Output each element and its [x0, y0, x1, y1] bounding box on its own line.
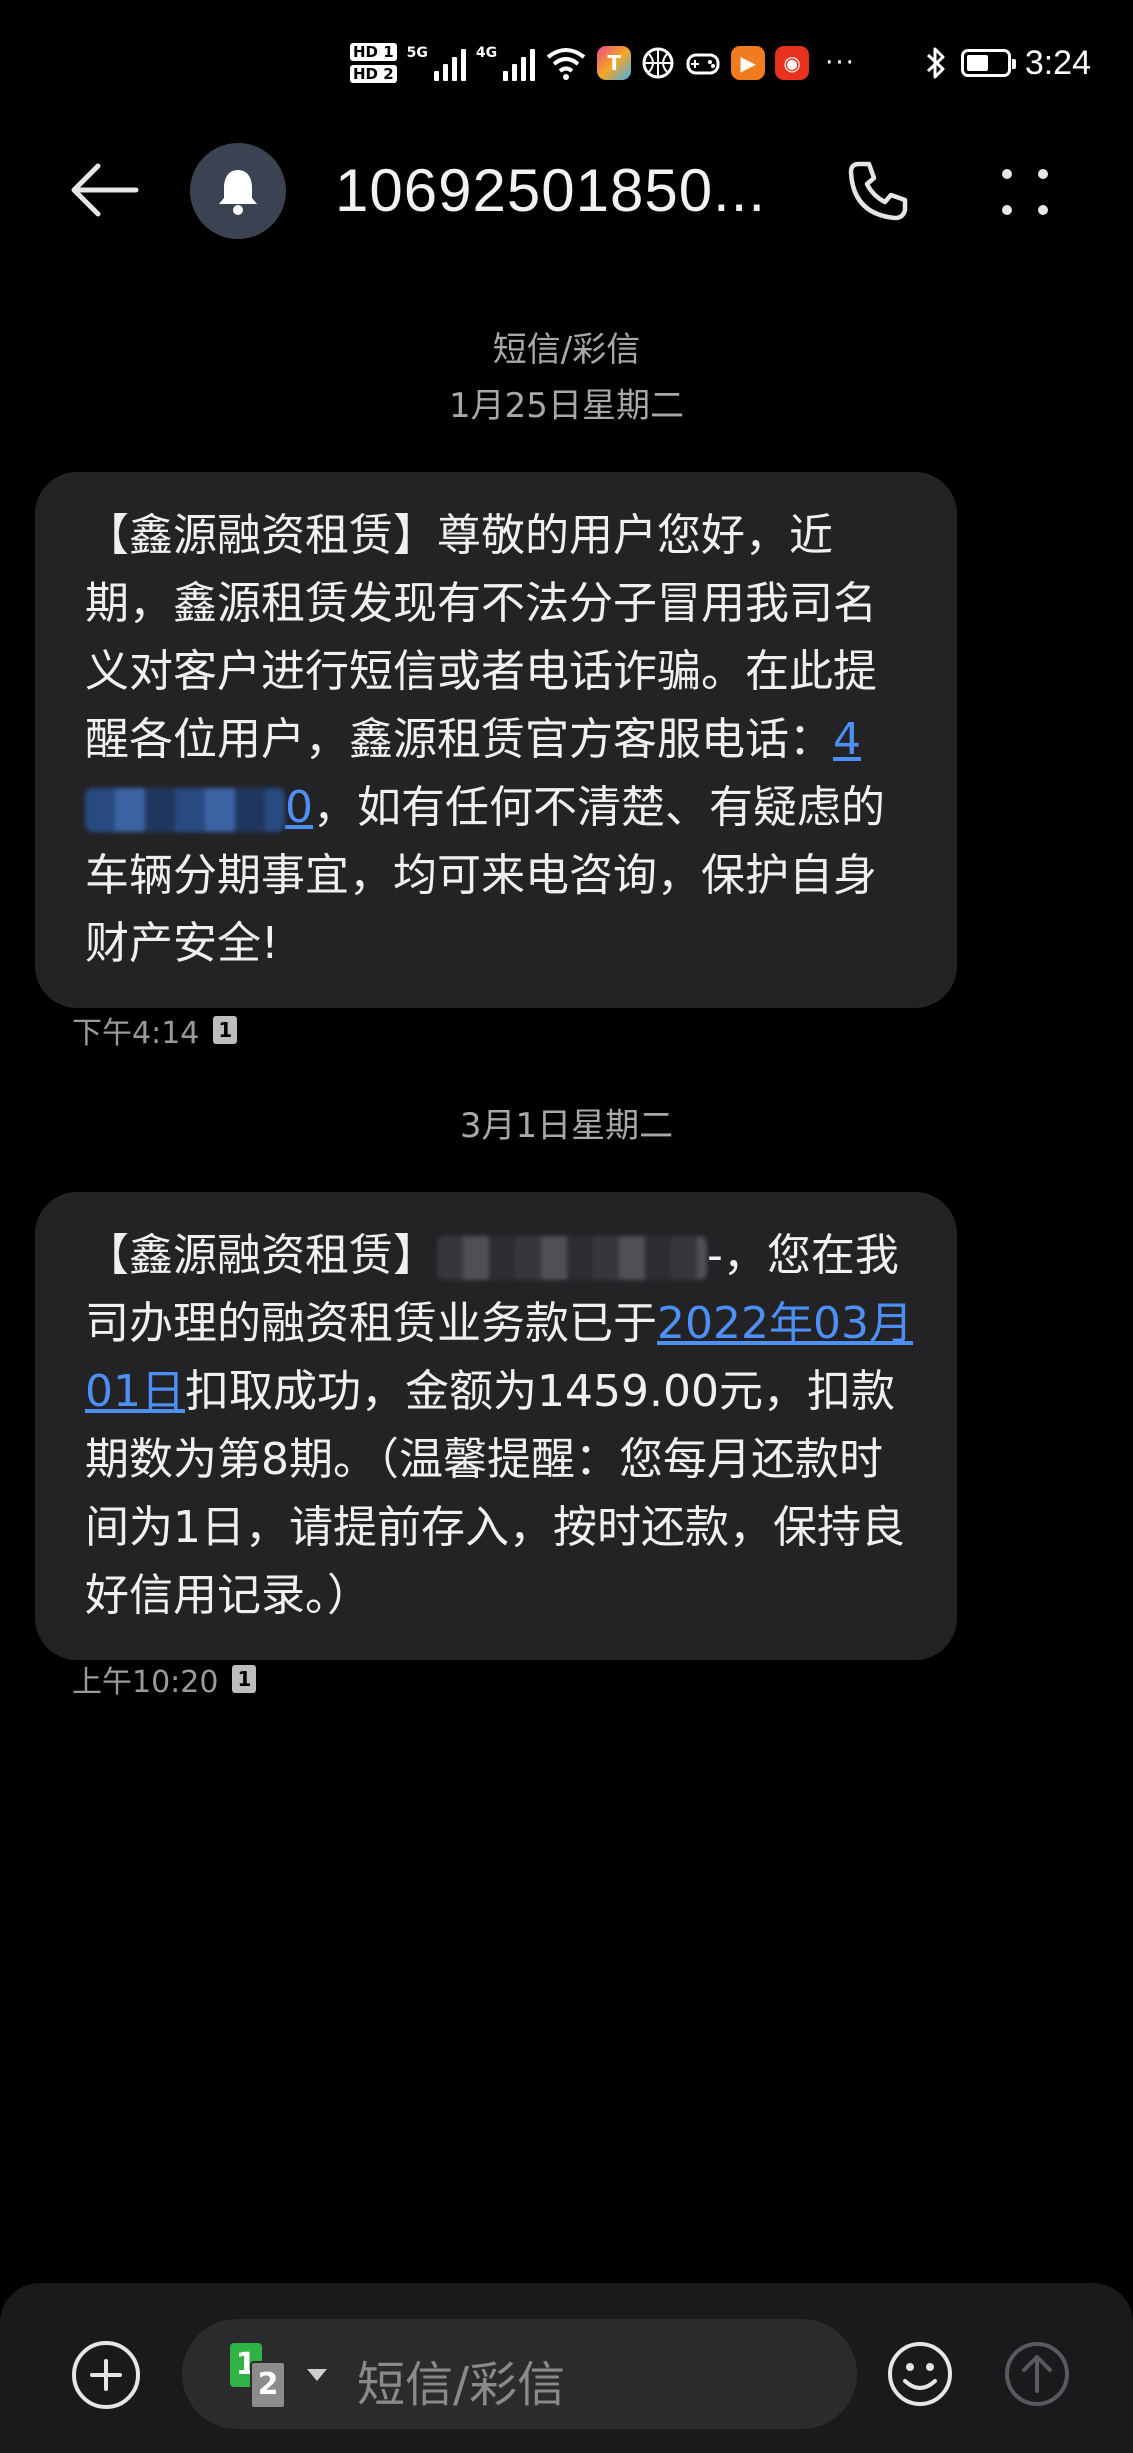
- signal-4g-icon: 4G: [475, 45, 536, 81]
- date-header-2: 3月1日星期二: [459, 1106, 674, 1146]
- back-arrow-icon[interactable]: [70, 162, 140, 218]
- battery-level: [966, 55, 988, 71]
- input-placeholder: 短信/彩信: [357, 2357, 566, 2413]
- status-icons: HD 1 HD 2 5G 4G T ▶ ◉ ···: [350, 28, 856, 98]
- avatar[interactable]: [190, 143, 286, 239]
- add-attachment-button[interactable]: [72, 2341, 140, 2409]
- message-type-label: 短信/彩信: [492, 330, 641, 370]
- redacted-phone: [85, 788, 285, 832]
- net1-label: 5G: [406, 45, 428, 61]
- hd1-label: HD 1: [350, 43, 397, 61]
- game-controller-icon: [686, 53, 720, 75]
- more-notifications: ···: [825, 48, 856, 78]
- wifi-icon: [546, 48, 586, 80]
- message-text: 【鑫源融资租赁】尊敬的用户您好，近期，鑫源租赁发现有不法分子冒用我司名义对客户进…: [85, 510, 877, 765]
- app-notification-icon: T: [597, 46, 632, 80]
- sim-badge: 1: [213, 1016, 238, 1044]
- phone-icon[interactable]: [845, 158, 911, 224]
- composer-bar: 1 2 短信/彩信: [0, 2283, 1133, 2453]
- message-text: 【鑫源融资租赁】: [85, 1230, 437, 1281]
- video-app-icon: ▶: [731, 46, 766, 80]
- chevron-down-icon[interactable]: [307, 2369, 327, 2381]
- sim-selector[interactable]: 1 2: [230, 2343, 300, 2409]
- message-bubble-2[interactable]: 【鑫源融资租赁】 -，您在我司办理的融资租赁业务款已于2022年03月01日扣取成…: [35, 1192, 957, 1660]
- date-header-1: 1月25日星期二: [449, 386, 684, 426]
- bell-icon: [219, 170, 257, 215]
- send-icon[interactable]: [1002, 2339, 1072, 2409]
- more-icon[interactable]: [995, 162, 1055, 222]
- net2-label: 4G: [475, 45, 498, 61]
- contact-title[interactable]: 10692501850...: [335, 156, 766, 225]
- sim-badge: 1: [232, 1665, 257, 1693]
- hd-indicators: HD 1 HD 2: [350, 43, 397, 83]
- message-bubble-1[interactable]: 【鑫源融资租赁】尊敬的用户您好，近期，鑫源租赁发现有不法分子冒用我司名义对客户进…: [35, 472, 957, 1008]
- message-input[interactable]: 1 2 短信/彩信: [182, 2319, 857, 2429]
- sim2-icon: 2: [250, 2361, 286, 2409]
- hd2-label: HD 2: [350, 65, 397, 83]
- weibo-icon: ◉: [775, 46, 810, 80]
- redacted-name: [437, 1236, 707, 1280]
- message-timestamp-1: 下午4:14 1: [72, 1008, 238, 1052]
- emoji-icon[interactable]: [885, 2339, 955, 2409]
- status-bar: HD 1 HD 2 5G 4G T ▶ ◉ ··· 3:24: [0, 0, 1133, 130]
- message-text: 扣取成功，金额为1459.00元，扣款期数为第8期。（温馨提醒：您每月还款时间为…: [85, 1366, 905, 1621]
- signal-5g-icon: 5G: [407, 45, 466, 81]
- bluetooth-icon: [926, 47, 945, 79]
- basketball-icon: [642, 47, 674, 79]
- clock: 3:24: [1024, 43, 1091, 82]
- add-icon: [90, 2359, 122, 2391]
- message-timestamp-2: 上午10:20 1: [72, 1657, 257, 1701]
- conversation-header: 10692501850...: [0, 140, 1133, 240]
- battery-icon: [960, 49, 1016, 77]
- status-right: 3:24: [925, 30, 1091, 96]
